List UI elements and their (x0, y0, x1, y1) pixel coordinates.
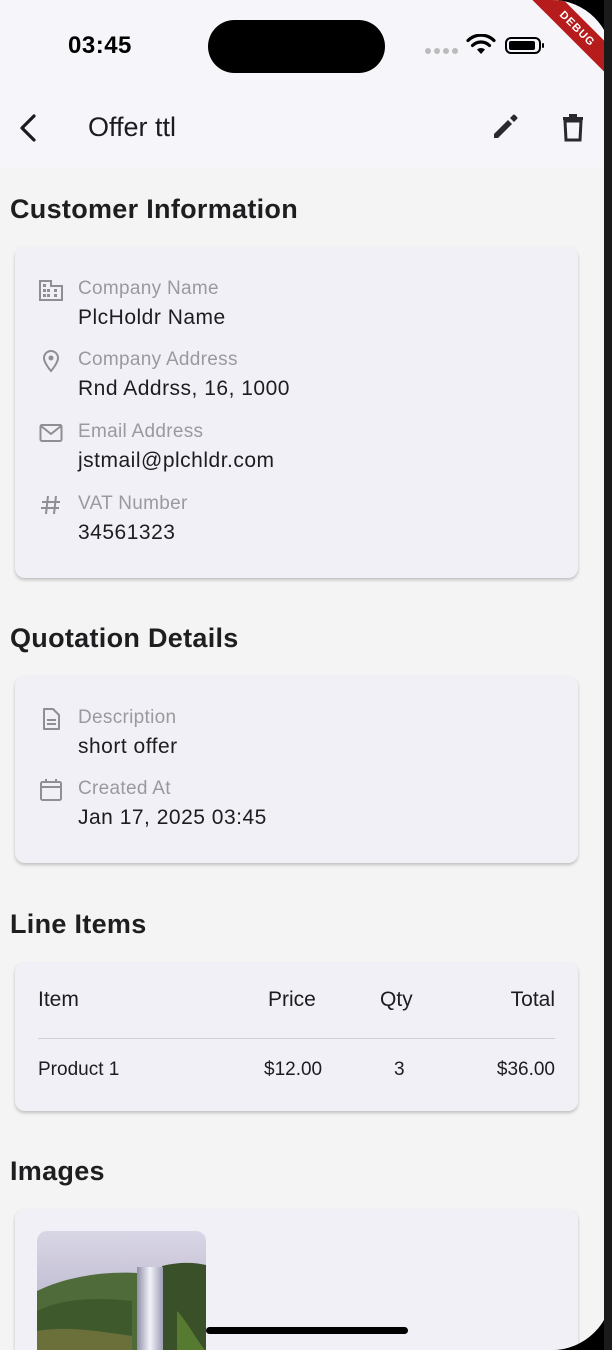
company-name-value: PlcHoldr Name (78, 306, 226, 329)
created-at-label: Created At (78, 778, 171, 799)
column-header-total: Total (510, 988, 555, 1011)
status-bar: 03:45 DEBUG (0, 0, 612, 90)
location-pin-icon (42, 350, 60, 373)
edit-button[interactable] (488, 110, 522, 144)
table-divider (38, 1038, 555, 1039)
description-value: short offer (78, 735, 178, 758)
document-icon (43, 708, 60, 730)
column-header-price: Price (268, 988, 316, 1011)
images-section-title: Images (10, 1156, 105, 1186)
company-name-label: Company Name (78, 278, 219, 299)
line-items-card: Item Price Qty Total Product 1 $12.00 3 … (15, 962, 578, 1111)
quotation-details-card: Description short offer Created At Jan 1… (15, 676, 578, 863)
envelope-icon (39, 424, 63, 442)
device-bezel (604, 0, 612, 1350)
waterfall-image-thumbnail[interactable] (37, 1231, 206, 1350)
quotation-section-title: Quotation Details (10, 623, 239, 653)
vat-number-label: VAT Number (78, 493, 188, 514)
hash-icon (41, 495, 60, 515)
building-icon (39, 280, 63, 301)
column-header-qty: Qty (380, 988, 413, 1011)
cell-qty: 3 (394, 1059, 405, 1080)
back-button[interactable] (14, 110, 44, 146)
email-address-value: jstmail@plchldr.com (78, 449, 275, 472)
vat-number-value: 34561323 (78, 521, 176, 544)
description-label: Description (78, 707, 177, 728)
cell-item: Product 1 (38, 1059, 120, 1080)
customer-info-card: Company Name PlcHoldr Name Company Addre… (15, 247, 578, 578)
cellular-signal-icon (425, 48, 458, 54)
email-address-label: Email Address (78, 421, 204, 442)
cell-total: $36.00 (496, 1059, 555, 1080)
wifi-icon (466, 34, 496, 54)
battery-icon (505, 37, 544, 54)
calendar-icon (40, 779, 62, 801)
delete-button[interactable] (558, 110, 588, 144)
column-header-item: Item (38, 988, 79, 1011)
dynamic-island (208, 20, 385, 73)
line-items-section-title: Line Items (10, 909, 147, 939)
app-screen: 03:45 DEBUG Offer ttl Customer Informati… (0, 0, 612, 1350)
status-time: 03:45 (68, 32, 132, 59)
phone-frame: 03:45 DEBUG Offer ttl Customer Informati… (0, 0, 612, 1350)
page-title: Offer ttl (88, 112, 177, 142)
app-bar: Offer ttl (0, 90, 612, 167)
home-indicator[interactable] (206, 1327, 408, 1334)
company-address-value: Rnd Addrss, 16, 1000 (78, 377, 290, 400)
customer-section-title: Customer Information (10, 194, 299, 224)
cell-price: $12.00 (264, 1059, 323, 1080)
company-address-label: Company Address (78, 349, 238, 370)
created-at-value: Jan 17, 2025 03:45 (78, 806, 267, 829)
